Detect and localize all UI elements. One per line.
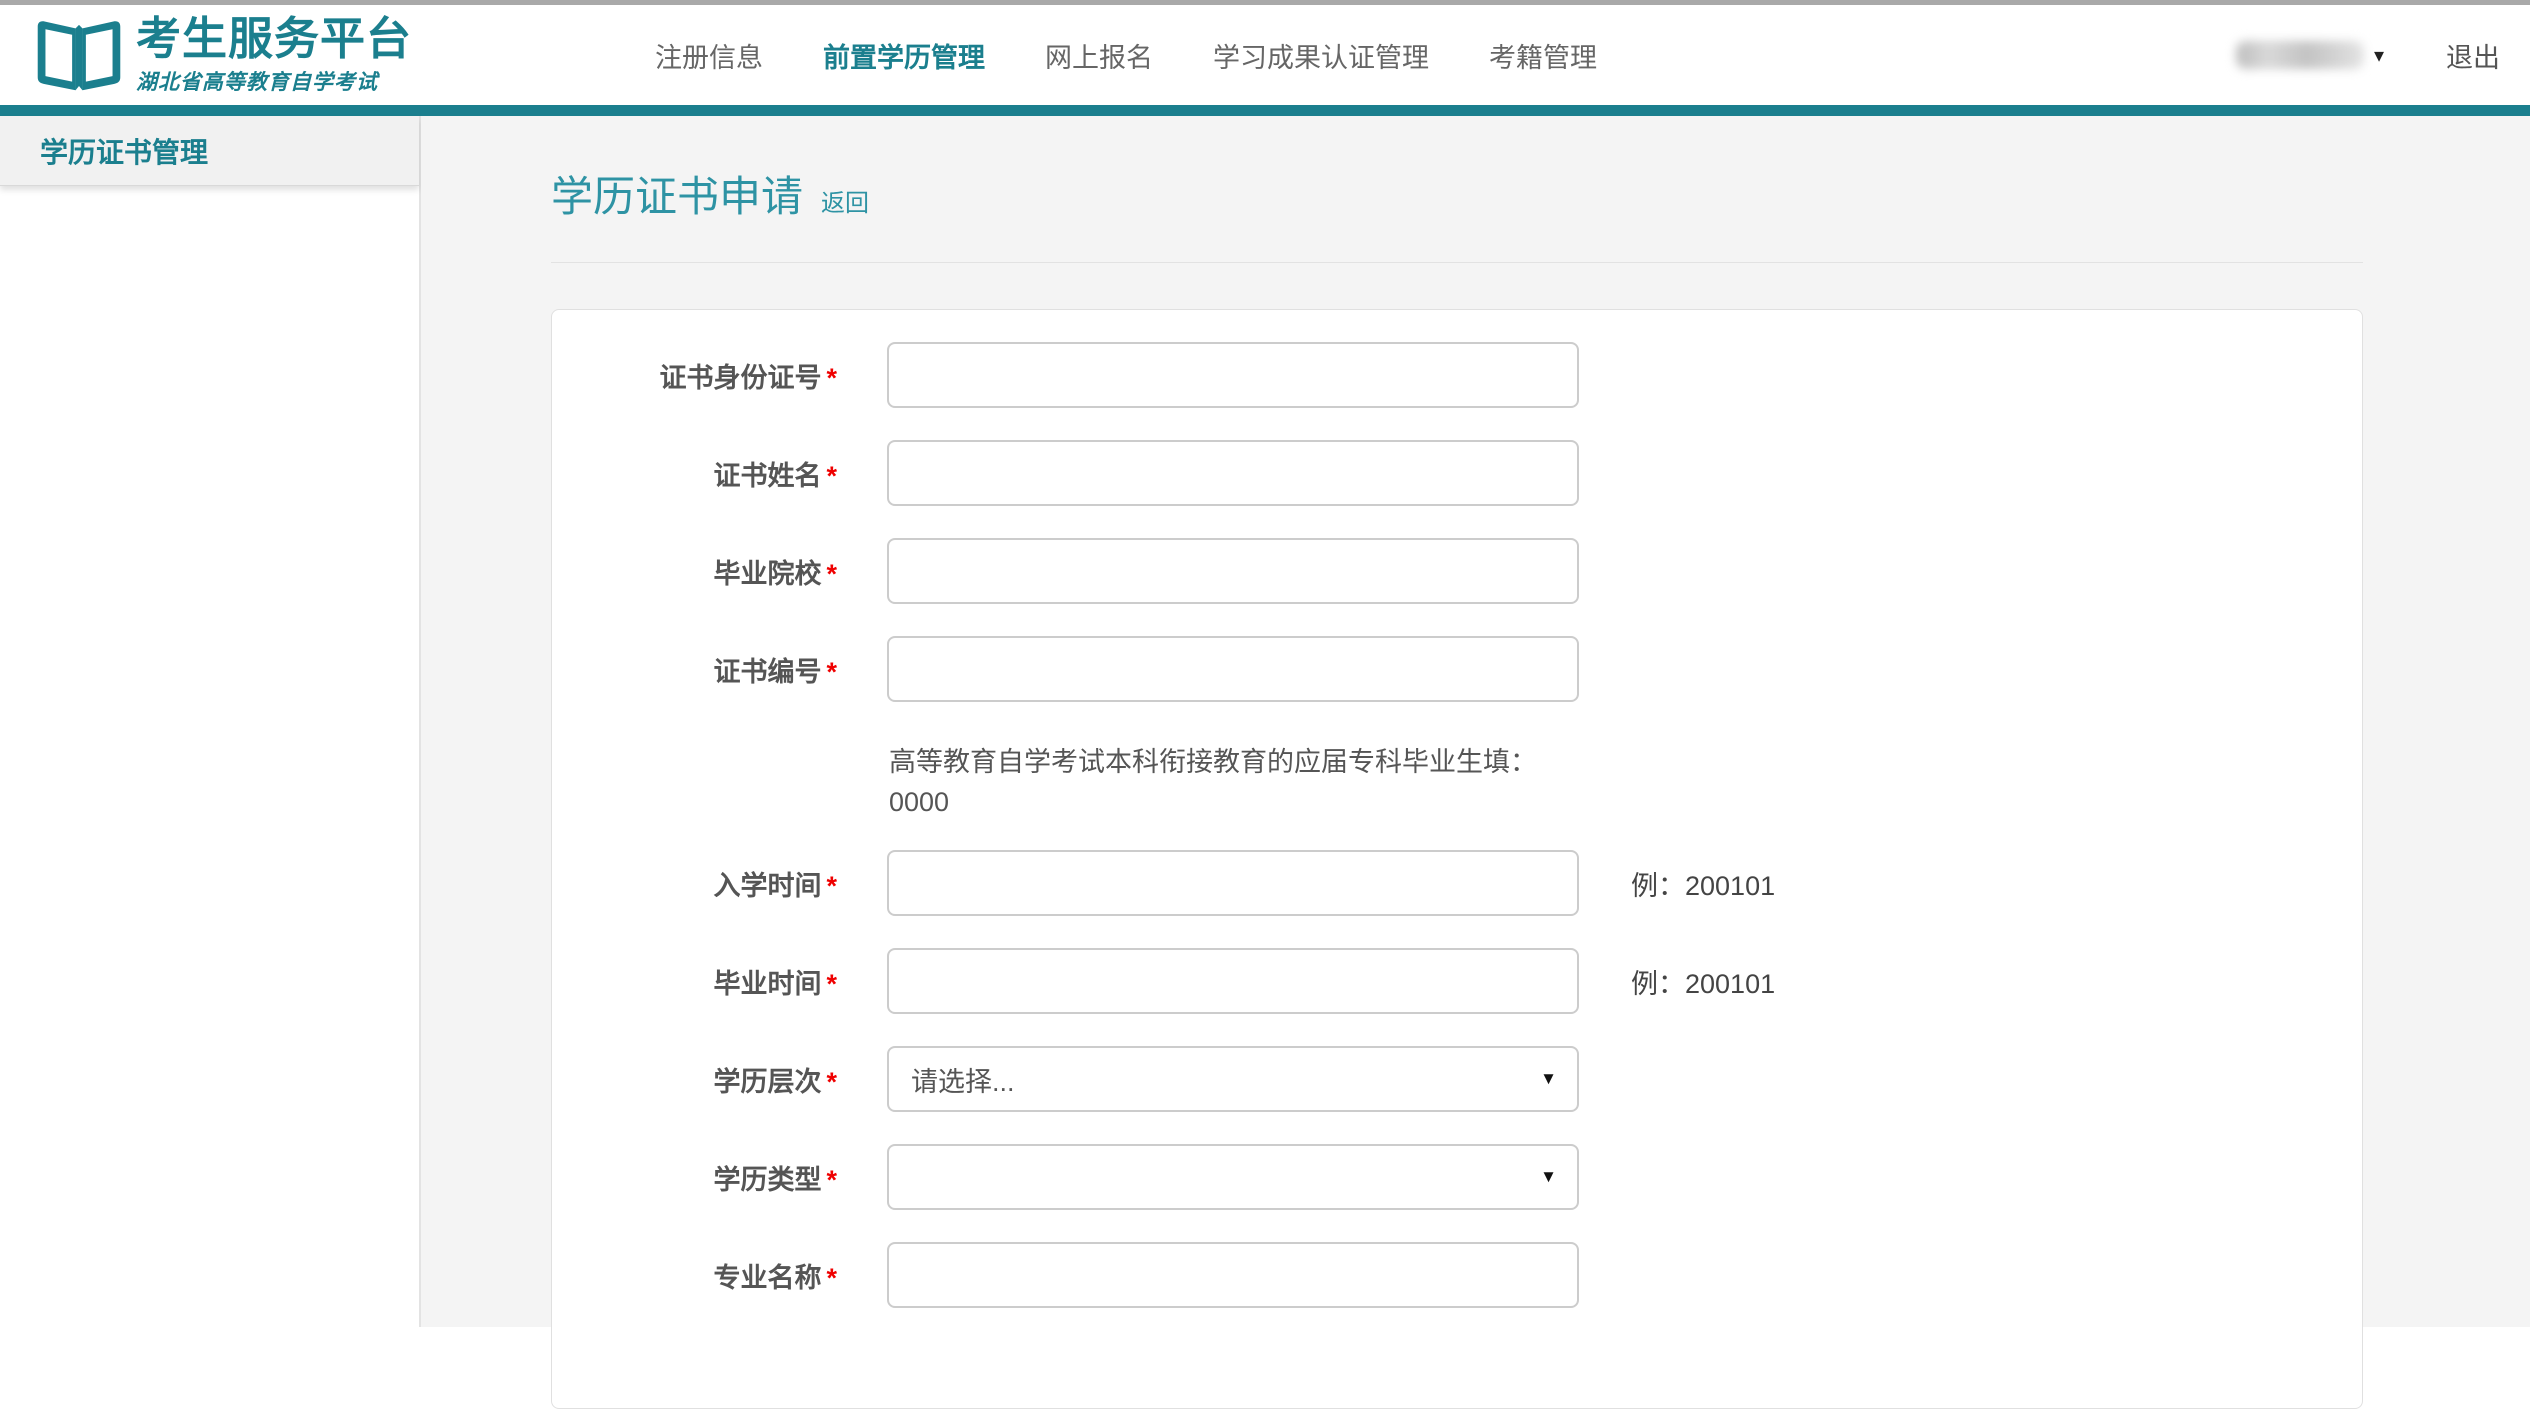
field-control (887, 948, 1579, 1014)
certificate-name-input[interactable] (887, 440, 1579, 506)
field-label: 证书姓名* (552, 454, 837, 493)
field-label: 学历层次* (552, 1060, 837, 1099)
required-asterisk: * (826, 871, 837, 901)
form-row-education-level: 学历层次* 请选择... ▼ (552, 1046, 2362, 1112)
nav-item-exam-record-management[interactable]: 考籍管理 (1489, 36, 1597, 75)
nav-item-prior-education-management[interactable]: 前置学历管理 (823, 36, 985, 75)
field-label: 学历类型* (552, 1158, 837, 1197)
label-text: 证书身份证号 (659, 363, 821, 393)
field-label: 证书身份证号* (552, 356, 837, 395)
label-text: 证书编号 (713, 657, 821, 687)
brand-subtitle: 湖北省高等教育自学考试 (136, 66, 412, 96)
user-menu[interactable]: ▾ (2236, 41, 2384, 69)
certificate-number-input[interactable] (887, 636, 1579, 702)
brand-title: 考生服务平台 (136, 14, 412, 64)
required-asterisk: * (826, 969, 837, 999)
field-control (887, 342, 1579, 408)
required-asterisk: * (826, 1067, 837, 1097)
label-text: 专业名称 (713, 1263, 821, 1293)
label-text: 证书姓名 (713, 461, 821, 491)
education-level-select[interactable]: 请选择... ▼ (887, 1046, 1579, 1112)
username-redacted (2236, 41, 2364, 69)
chevron-down-icon: ▾ (2374, 43, 2384, 68)
required-asterisk: * (826, 1263, 837, 1293)
required-asterisk: * (826, 657, 837, 687)
user-area: ▾ 退出 (2236, 5, 2500, 105)
dropdown-caret-icon: ▼ (1540, 1069, 1557, 1089)
sidebar-item-certificate-management[interactable]: 学历证书管理 (0, 116, 419, 186)
enrollment-date-input[interactable] (887, 850, 1579, 916)
label-text: 毕业时间 (713, 969, 821, 999)
main-content: 学历证书申请 返回 证书身份证号* 证书姓名* 毕业院校* (421, 116, 2530, 1327)
page-title: 学历证书申请 (551, 172, 803, 222)
field-control (887, 1242, 1579, 1308)
title-divider (551, 262, 2363, 263)
note-line-2: 0000 (889, 782, 2362, 822)
body-layout: 学历证书管理 学历证书申请 返回 证书身份证号* 证书姓名* 毕业院校* (0, 116, 2530, 1327)
brand: 考生服务平台 湖北省高等教育自学考试 (36, 10, 412, 100)
nav-item-registration-info[interactable]: 注册信息 (655, 36, 763, 75)
graduation-school-input[interactable] (887, 538, 1579, 604)
form-row-certificate-id-number: 证书身份证号* (552, 342, 2362, 408)
field-label: 毕业院校* (552, 552, 837, 591)
education-type-select[interactable]: ▼ (887, 1144, 1579, 1210)
nav-item-online-enrollment[interactable]: 网上报名 (1045, 36, 1153, 75)
sidebar: 学历证书管理 (0, 116, 421, 1327)
field-label: 入学时间* (552, 864, 837, 903)
field-control (887, 636, 1579, 702)
field-control: ▼ (887, 1144, 1579, 1210)
certificate-id-number-input[interactable] (887, 342, 1579, 408)
open-book-logo-icon (36, 10, 122, 100)
label-text: 学历类型 (713, 1165, 821, 1195)
field-control: 请选择... ▼ (887, 1046, 1579, 1112)
form-row-graduation-school: 毕业院校* (552, 538, 2362, 604)
label-text: 入学时间 (713, 871, 821, 901)
page-head: 学历证书申请 返回 (551, 172, 2530, 222)
required-asterisk: * (826, 363, 837, 393)
graduation-date-input[interactable] (887, 948, 1579, 1014)
app-header: 考生服务平台 湖北省高等教育自学考试 注册信息 前置学历管理 网上报名 学习成果… (0, 5, 2530, 105)
field-label: 毕业时间* (552, 962, 837, 1001)
back-link[interactable]: 返回 (821, 183, 869, 218)
header-accent-bar (0, 105, 2530, 116)
enrollment-date-hint: 例：200101 (1631, 864, 1775, 903)
graduation-date-hint: 例：200101 (1631, 962, 1775, 1001)
major-name-input[interactable] (887, 1242, 1579, 1308)
brand-text: 考生服务平台 湖北省高等教育自学考试 (136, 14, 412, 97)
main-nav: 注册信息 前置学历管理 网上报名 学习成果认证管理 考籍管理 (655, 5, 1657, 105)
form-row-education-type: 学历类型* ▼ (552, 1144, 2362, 1210)
form-row-major-name: 专业名称* (552, 1242, 2362, 1308)
field-control (887, 538, 1579, 604)
form-row-certificate-name: 证书姓名* (552, 440, 2362, 506)
form-row-graduation-date: 毕业时间* 例：200101 (552, 948, 2362, 1014)
required-asterisk: * (826, 1165, 837, 1195)
certificate-number-note: 高等教育自学考试本科衔接教育的应届专科毕业生填： 0000 (552, 742, 2362, 822)
required-asterisk: * (826, 559, 837, 589)
note-line-1: 高等教育自学考试本科衔接教育的应届专科毕业生填： (889, 742, 2362, 782)
field-control (887, 850, 1579, 916)
field-label: 专业名称* (552, 1256, 837, 1295)
form-row-certificate-number: 证书编号* (552, 636, 2362, 702)
field-label: 证书编号* (552, 650, 837, 689)
certificate-application-form-card: 证书身份证号* 证书姓名* 毕业院校* 证书编号* (551, 309, 2363, 1409)
label-text: 毕业院校 (713, 559, 821, 589)
dropdown-caret-icon: ▼ (1540, 1167, 1557, 1187)
required-asterisk: * (826, 461, 837, 491)
field-control (887, 440, 1579, 506)
logout-button[interactable]: 退出 (2446, 36, 2500, 75)
selected-value: 请选择... (911, 1060, 1015, 1099)
label-text: 学历层次 (713, 1067, 821, 1097)
form-row-enrollment-date: 入学时间* 例：200101 (552, 850, 2362, 916)
nav-item-learning-outcome-certification[interactable]: 学习成果认证管理 (1213, 36, 1429, 75)
